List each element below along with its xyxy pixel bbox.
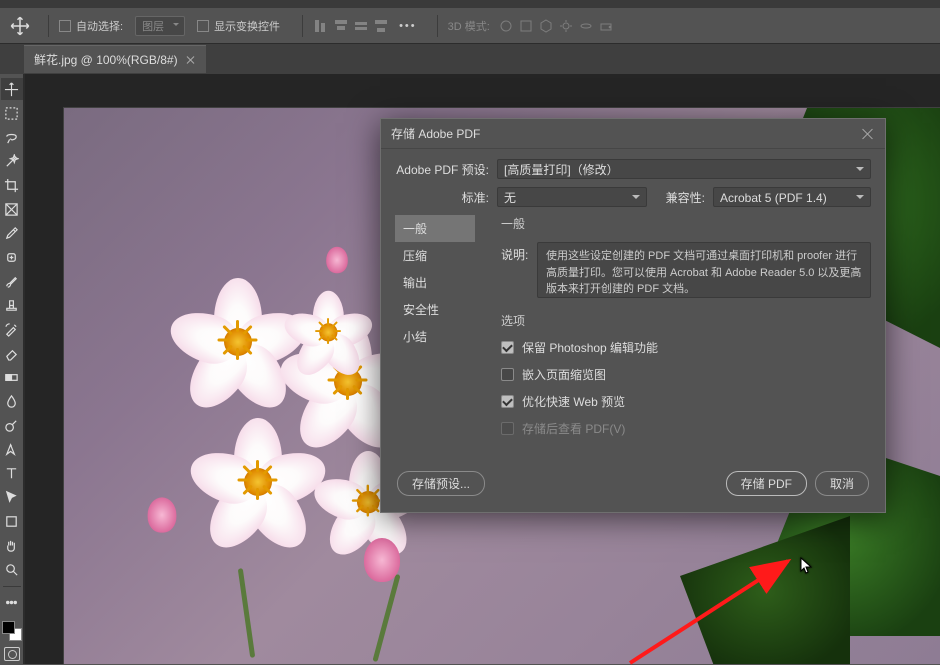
- document-tab-bar: 鲜花.jpg @ 100%(RGB/8#): [0, 44, 940, 74]
- mode-3d-label: 3D 模式:: [448, 18, 490, 34]
- checkbox-view-after: [501, 422, 514, 435]
- wand-tool[interactable]: [1, 150, 23, 172]
- checkbox-embed-thumb[interactable]: [501, 368, 514, 381]
- opt-preserve-label: 保留 Photoshop 编辑功能: [522, 339, 658, 356]
- show-transform-label: 显示变换控件: [214, 18, 280, 34]
- description-label: 说明:: [501, 242, 537, 298]
- sidenav-summary[interactable]: 小结: [395, 323, 475, 350]
- crop-tool[interactable]: [1, 174, 23, 196]
- shape-tool[interactable]: [1, 510, 23, 532]
- checkbox-fast-web[interactable]: [501, 395, 514, 408]
- blur-tool[interactable]: [1, 390, 23, 412]
- quickmask-icon[interactable]: [4, 647, 20, 661]
- color-swatches[interactable]: [2, 621, 22, 641]
- auto-select-label: 自动选择:: [76, 18, 123, 34]
- align-icons[interactable]: [313, 18, 389, 34]
- dialog-titlebar[interactable]: 存储 Adobe PDF: [381, 119, 885, 149]
- preset-select[interactable]: [高质量打印]（修改）: [497, 159, 871, 179]
- options-group-title: 选项: [501, 312, 871, 329]
- compat-select[interactable]: Acrobat 5 (PDF 1.4): [713, 187, 871, 207]
- frame-tool[interactable]: [1, 198, 23, 220]
- tools-panel: [0, 74, 24, 664]
- standard-compat-row: 标准: 无 兼容性: Acrobat 5 (PDF 1.4): [395, 187, 871, 207]
- document-tab-title: 鲜花.jpg @ 100%(RGB/8#): [34, 51, 178, 68]
- healing-tool[interactable]: [1, 246, 23, 268]
- layer-select-dropdown[interactable]: 图层: [135, 16, 185, 36]
- preset-row: Adobe PDF 预设: [高质量打印]（修改）: [395, 159, 871, 179]
- menu-bar[interactable]: [0, 0, 940, 8]
- dialog-footer: 存储预设... 存储 PDF 取消: [381, 461, 885, 512]
- checkbox-preserve[interactable]: [501, 341, 514, 354]
- lasso-tool[interactable]: [1, 126, 23, 148]
- zoom-tool[interactable]: [1, 558, 23, 580]
- stamp-tool[interactable]: [1, 294, 23, 316]
- opt-embed-thumb-row[interactable]: 嵌入页面缩览图: [501, 366, 871, 383]
- pen-tool[interactable]: [1, 438, 23, 460]
- dialog-sidenav: 一般 压缩 输出 安全性 小结: [395, 215, 475, 447]
- show-transform-checkbox[interactable]: [197, 20, 209, 32]
- opt-fast-web-label: 优化快速 Web 预览: [522, 393, 625, 410]
- save-preset-button[interactable]: 存储预设...: [397, 471, 485, 496]
- dodge-tool[interactable]: [1, 414, 23, 436]
- compat-label: 兼容性:: [655, 189, 713, 206]
- eraser-tool[interactable]: [1, 342, 23, 364]
- mode-3d-icons[interactable]: [498, 18, 614, 34]
- standard-label: 标准:: [395, 189, 497, 206]
- sidenav-output[interactable]: 输出: [395, 269, 475, 296]
- description-textarea[interactable]: 使用这些设定创建的 PDF 文档可通过桌面打印机和 proofer 进行高质量打…: [537, 242, 871, 298]
- opt-view-after-label: 存储后查看 PDF(V): [522, 420, 625, 437]
- dialog-title: 存储 Adobe PDF: [391, 125, 480, 142]
- sidenav-general[interactable]: 一般: [395, 215, 475, 242]
- auto-select-checkbox[interactable]: [59, 20, 71, 32]
- brush-tool[interactable]: [1, 270, 23, 292]
- opt-preserve-row[interactable]: 保留 Photoshop 编辑功能: [501, 339, 871, 356]
- close-tab-icon[interactable]: [186, 55, 196, 65]
- more-options-icon[interactable]: •••: [399, 20, 417, 32]
- opt-embed-thumb-label: 嵌入页面缩览图: [522, 366, 606, 383]
- sidenav-security[interactable]: 安全性: [395, 296, 475, 323]
- eyedropper-tool[interactable]: [1, 222, 23, 244]
- type-tool[interactable]: [1, 462, 23, 484]
- close-icon[interactable]: [861, 127, 875, 141]
- cursor-icon: [800, 557, 814, 575]
- cancel-button[interactable]: 取消: [815, 471, 869, 496]
- save-pdf-button[interactable]: 存储 PDF: [726, 471, 807, 496]
- gradient-tool[interactable]: [1, 366, 23, 388]
- document-tab[interactable]: 鲜花.jpg @ 100%(RGB/8#): [24, 45, 206, 73]
- preset-label: Adobe PDF 预设:: [395, 161, 497, 178]
- opt-view-after-row: 存储后查看 PDF(V): [501, 420, 871, 437]
- move-tool[interactable]: [1, 78, 23, 100]
- standard-select[interactable]: 无: [497, 187, 647, 207]
- marquee-tool[interactable]: [1, 102, 23, 124]
- path-select-tool[interactable]: [1, 486, 23, 508]
- opt-fast-web-row[interactable]: 优化快速 Web 预览: [501, 393, 871, 410]
- hand-tool[interactable]: [1, 534, 23, 556]
- sidenav-compression[interactable]: 压缩: [395, 242, 475, 269]
- edit-toolbar-icon[interactable]: [1, 591, 23, 613]
- history-brush-tool[interactable]: [1, 318, 23, 340]
- save-pdf-dialog: 存储 Adobe PDF Adobe PDF 预设: [高质量打印]（修改） 标…: [380, 118, 886, 513]
- panel-section-title: 一般: [501, 215, 871, 232]
- options-bar: 自动选择: 图层 显示变换控件 ••• 3D 模式:: [0, 8, 940, 44]
- dialog-panel: 一般 说明: 使用这些设定创建的 PDF 文档可通过桌面打印机和 proofer…: [475, 215, 871, 447]
- move-tool-icon: [10, 16, 30, 36]
